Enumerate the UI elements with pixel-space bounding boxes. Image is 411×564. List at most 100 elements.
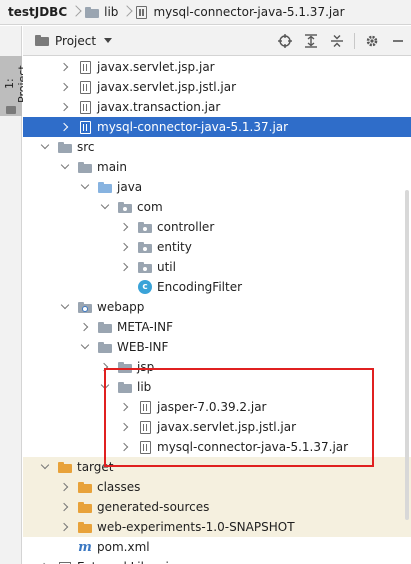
hide-panel-button[interactable]: [385, 26, 411, 56]
chevron-right-icon[interactable]: [119, 437, 131, 457]
toolbar-actions: [272, 26, 411, 56]
chevron-right-icon[interactable]: [59, 477, 71, 497]
chevron-right-icon[interactable]: [99, 357, 111, 377]
jar-glyph: [79, 60, 91, 74]
folder-glyph: [78, 521, 92, 533]
folder-icon: [77, 499, 93, 515]
folder-glyph: [78, 501, 92, 513]
tree-row[interactable]: WEB-INF: [23, 337, 411, 357]
tree-row[interactable]: com: [23, 197, 411, 217]
tree-row[interactable]: classes: [23, 477, 411, 497]
tree-row[interactable]: META-INF: [23, 317, 411, 337]
tree-item-label: javax.servlet.jsp.jstl.jar: [157, 420, 297, 434]
chevron-right-icon[interactable]: [59, 57, 71, 77]
tree-item-label: javax.servlet.jsp.jar: [97, 60, 215, 74]
jar-glyph: [79, 120, 91, 134]
breadcrumb: testJDBC lib mysql-connector-java-5.1.37…: [0, 0, 411, 25]
tree-row[interactable]: controller: [23, 217, 411, 237]
jar-icon: [137, 439, 153, 455]
folder-glyph: [118, 381, 132, 393]
tree-row[interactable]: mysql-connector-java-5.1.37.jar: [23, 117, 411, 137]
folder-glyph: [118, 361, 132, 373]
minimize-icon: [393, 40, 403, 42]
folder-glyph: [138, 221, 152, 233]
tree-item-label: javax.transaction.jar: [97, 100, 221, 114]
settings-button[interactable]: [359, 26, 385, 56]
project-folder-icon: [35, 35, 49, 46]
tree-item-label: lib: [137, 380, 152, 394]
expand-all-button[interactable]: [298, 26, 324, 56]
chevron-down-icon[interactable]: [39, 457, 51, 477]
project-tree[interactable]: javax.servlet.jsp.jar javax.servlet.jsp.j…: [23, 56, 411, 564]
chevron-down-icon[interactable]: [99, 377, 111, 397]
tree-row[interactable]: java: [23, 177, 411, 197]
chevron-right-icon[interactable]: [59, 117, 71, 137]
chevron-right-icon[interactable]: [59, 77, 71, 97]
tree-row[interactable]: c EncodingFilter: [23, 277, 411, 297]
tree-row[interactable]: main: [23, 157, 411, 177]
chevron-down-icon[interactable]: [99, 197, 111, 217]
chevron-right-icon[interactable]: [39, 557, 51, 564]
tree-item-label: controller: [157, 220, 215, 234]
expand-all-icon: [305, 34, 317, 48]
breadcrumb-separator-icon: [71, 0, 81, 25]
tree-row[interactable]: External Libraries: [23, 557, 411, 564]
breadcrumb-file[interactable]: mysql-connector-java-5.1.37.jar: [136, 0, 345, 25]
folder-glyph: [78, 481, 92, 493]
chevron-right-icon[interactable]: [119, 417, 131, 437]
chevron-right-icon[interactable]: [59, 497, 71, 517]
locate-file-button[interactable]: [272, 26, 298, 56]
chevron-down-icon[interactable]: [59, 157, 71, 177]
chevron-down-icon[interactable]: [59, 297, 71, 317]
tree-row[interactable]: util: [23, 257, 411, 277]
jar-icon: [77, 79, 93, 95]
collapse-all-icon: [331, 35, 343, 47]
tree-item-label: jsp: [137, 360, 155, 374]
tree-row[interactable]: target: [23, 457, 411, 477]
chevron-right-icon[interactable]: [119, 257, 131, 277]
library-icon: [57, 559, 73, 564]
chevron-down-icon[interactable]: [79, 337, 91, 357]
tree-row[interactable]: webapp: [23, 297, 411, 317]
tree-row[interactable]: m pom.xml: [23, 537, 411, 557]
chevron-right-icon[interactable]: [79, 317, 91, 337]
folder-glyph: [58, 461, 72, 473]
chevron-right-icon[interactable]: [119, 217, 131, 237]
tree-row[interactable]: lib: [23, 377, 411, 397]
breadcrumb-folder[interactable]: lib: [85, 0, 118, 25]
chevron-right-icon[interactable]: [119, 397, 131, 417]
tree-row[interactable]: javax.servlet.jsp.jstl.jar: [23, 77, 411, 97]
project-view-selector[interactable]: Project: [35, 26, 113, 56]
chevron-down-icon[interactable]: [39, 137, 51, 157]
folder-icon: [97, 319, 113, 335]
project-view-label: Project: [55, 33, 97, 48]
chevron-right-icon[interactable]: [119, 237, 131, 257]
folder-icon: [57, 139, 73, 155]
chevron-right-icon[interactable]: [59, 517, 71, 537]
breadcrumb-project[interactable]: testJDBC: [8, 0, 67, 25]
tree-row[interactable]: jasper-7.0.39.2.jar: [23, 397, 411, 417]
tree-row[interactable]: generated-sources: [23, 497, 411, 517]
tree-row[interactable]: javax.servlet.jsp.jstl.jar: [23, 417, 411, 437]
folder-glyph: [78, 161, 92, 173]
jar-icon: [137, 419, 153, 435]
tree-item-label: META-INF: [117, 320, 174, 334]
tree-row[interactable]: javax.transaction.jar: [23, 97, 411, 117]
jar-glyph: [139, 440, 151, 454]
chevron-down-icon[interactable]: [79, 177, 91, 197]
folder-glyph: [138, 261, 152, 273]
tree-row[interactable]: web-experiments-1.0-SNAPSHOT: [23, 517, 411, 537]
tree-row[interactable]: src: [23, 137, 411, 157]
class-glyph: c: [138, 280, 152, 294]
tree-row[interactable]: jsp: [23, 357, 411, 377]
breadcrumb-file-label: mysql-connector-java-5.1.37.jar: [153, 5, 345, 19]
tree-scrollbar[interactable]: [405, 190, 409, 520]
chevron-right-icon[interactable]: [59, 97, 71, 117]
tree-row[interactable]: javax.servlet.jsp.jar: [23, 57, 411, 77]
project-folder-icon: [6, 106, 16, 114]
folder-icon: [57, 459, 73, 475]
tree-row[interactable]: entity: [23, 237, 411, 257]
collapse-all-button[interactable]: [324, 26, 350, 56]
tree-row[interactable]: mysql-connector-java-5.1.37.jar: [23, 437, 411, 457]
